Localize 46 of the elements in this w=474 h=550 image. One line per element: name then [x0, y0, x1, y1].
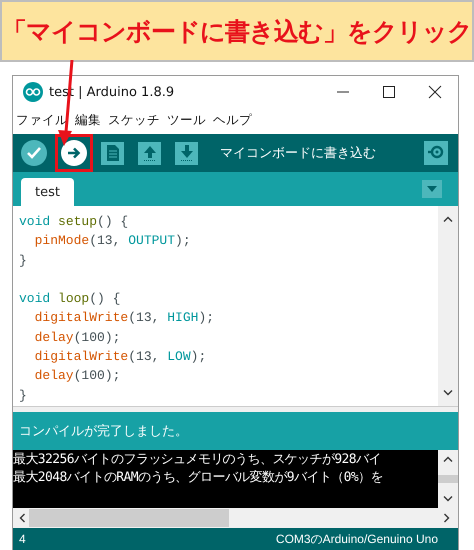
- scroll-thumb[interactable]: [438, 475, 458, 483]
- code-line: }: [19, 388, 27, 403]
- right-arrow-icon: [66, 145, 82, 161]
- code-line: }: [19, 252, 27, 268]
- console-line: 最大32256バイトのフラッシュメモリのうち、スケッチが928バイ: [13, 451, 382, 469]
- infinity-logo-icon: [23, 82, 43, 102]
- code-line: void loop() {: [19, 291, 120, 306]
- menu-item[interactable]: 編集: [75, 112, 101, 128]
- menu-item[interactable]: スケッチ: [108, 112, 160, 128]
- editor-scrollbar[interactable]: [438, 206, 458, 406]
- code-line: delay(100);: [34, 330, 120, 345]
- tab-menu-button[interactable]: [422, 180, 442, 198]
- triangle-down-icon: [427, 186, 437, 192]
- upload-button[interactable]: [61, 140, 87, 166]
- code-line: digitalWrite(13, LOW);: [34, 349, 206, 364]
- scroll-thumb[interactable]: [29, 509, 229, 527]
- chevron-down-icon[interactable]: [443, 496, 453, 502]
- chevron-up-icon[interactable]: [443, 216, 453, 222]
- chevron-up-icon[interactable]: [443, 456, 453, 462]
- verify-button[interactable]: [21, 140, 47, 166]
- status-message: コンパイルが完了しました。: [19, 423, 188, 440]
- sketch-tab[interactable]: test: [21, 178, 74, 206]
- menu-item[interactable]: ツール: [167, 112, 206, 128]
- code-line: pinMode(13, OUTPUT);: [34, 233, 191, 248]
- document-icon: [104, 144, 120, 162]
- board-port: COM3のArduino/Genuino Uno: [276, 530, 438, 548]
- console-line: 最大2048バイトのRAMのうち、グローバル変数が9バイト（0%）を: [13, 469, 384, 487]
- open-button[interactable]: [138, 142, 161, 164]
- chevron-left-icon[interactable]: [19, 513, 25, 523]
- code-line: delay(100);: [34, 368, 120, 384]
- horizontal-scrollbar[interactable]: [13, 508, 458, 528]
- callout-text: 「マイコンボードに書き込む」をクリック: [2, 16, 472, 48]
- button-hint: マイコンボードに書き込む: [220, 145, 376, 162]
- save-button[interactable]: [175, 142, 198, 164]
- code-line: void setup() {: [19, 214, 128, 229]
- console-scrollbar[interactable]: [438, 450, 458, 508]
- serial-monitor-button[interactable]: [424, 141, 448, 165]
- new-button[interactable]: [101, 142, 124, 164]
- code-line: digitalWrite(13, HIGH);: [34, 310, 214, 326]
- line-number: 4: [19, 532, 26, 546]
- down-arrow-icon: [178, 144, 194, 162]
- chevron-down-icon[interactable]: [443, 390, 453, 396]
- chevron-right-icon[interactable]: [444, 513, 450, 523]
- menu-item[interactable]: ヘルプ: [213, 112, 252, 128]
- up-arrow-icon: [142, 144, 158, 162]
- check-icon: [26, 145, 42, 161]
